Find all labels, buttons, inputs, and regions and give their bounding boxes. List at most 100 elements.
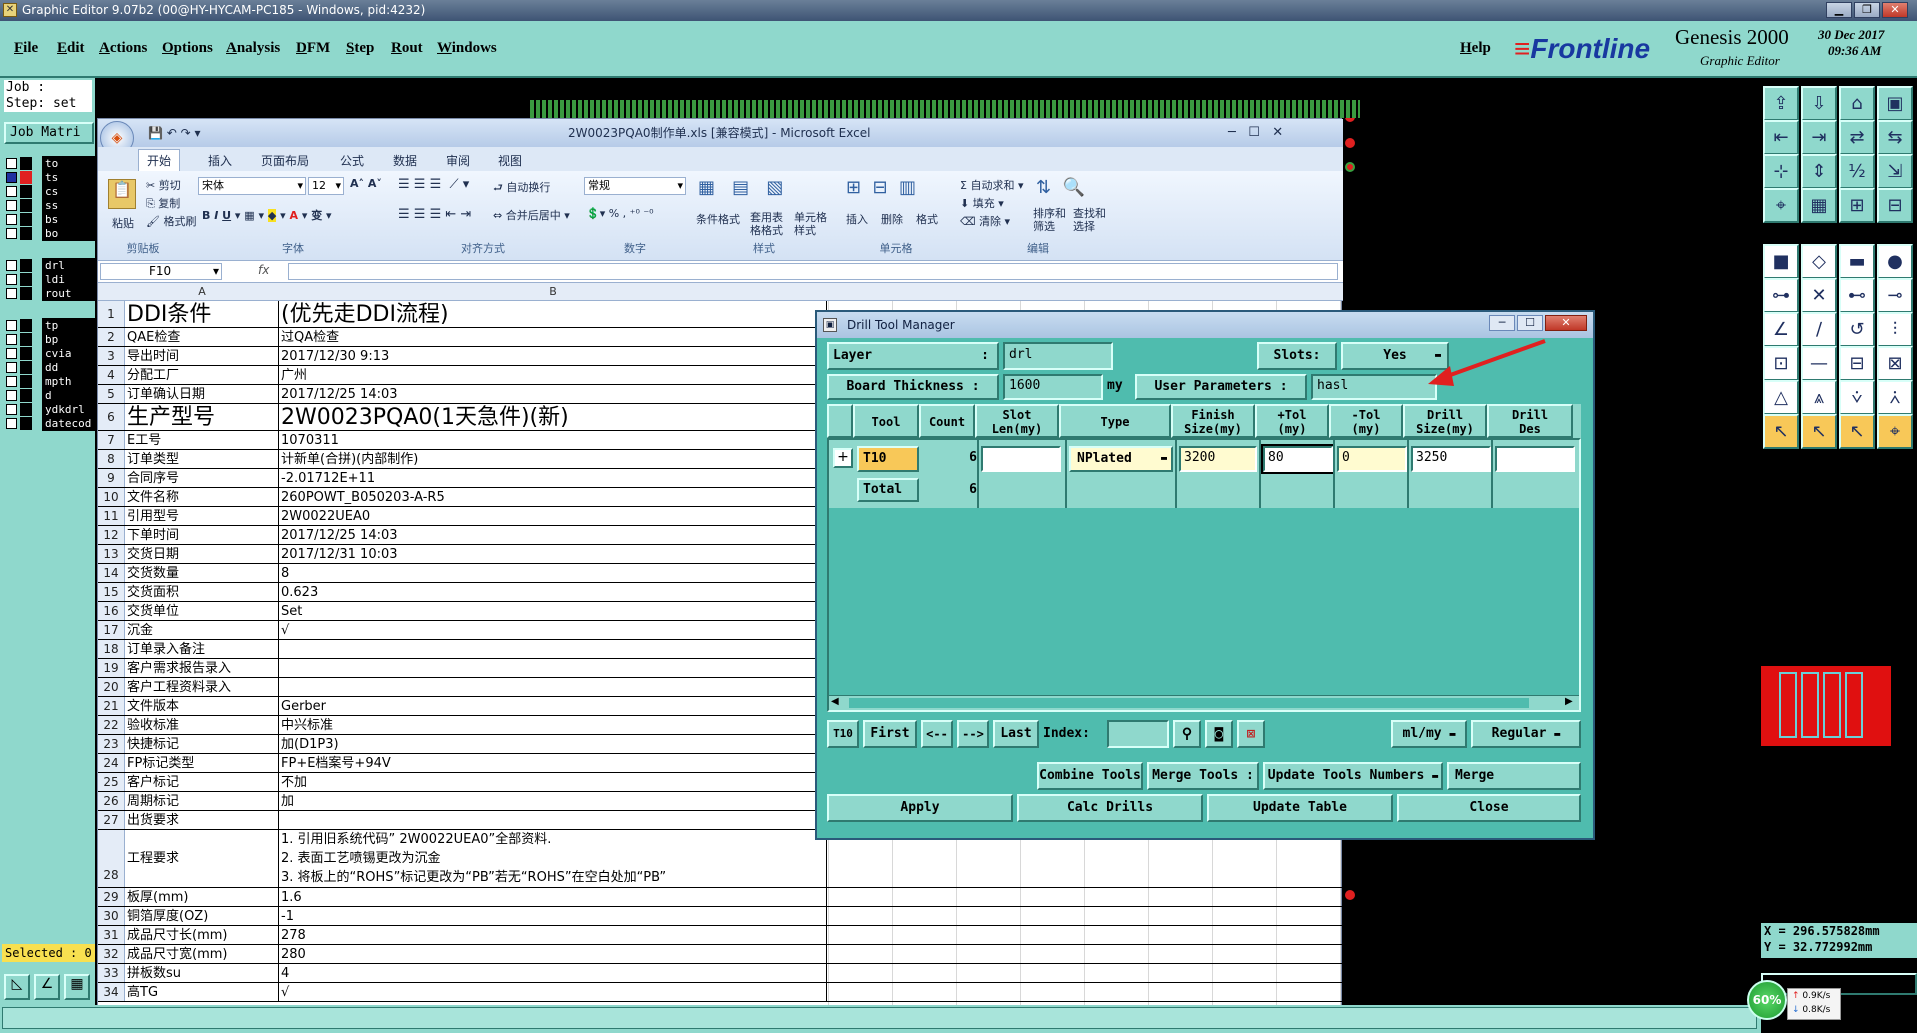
cell-b[interactable]: 2017/12/25 14:03 [279, 385, 827, 403]
cell-a[interactable]: 客户工程资料录入 [125, 678, 279, 696]
cell-b[interactable]: Set [279, 602, 827, 620]
cell-b[interactable] [279, 659, 827, 677]
cell-a[interactable]: 快捷标记 [125, 735, 279, 753]
cell-b[interactable] [279, 678, 827, 696]
zoom-box-icon[interactable]: ⇲ [1877, 154, 1913, 189]
layer-row-ts[interactable]: ts [6, 170, 96, 185]
layer-checkbox[interactable] [6, 186, 17, 197]
row-number[interactable]: 15 [98, 583, 125, 601]
row-number[interactable]: 16 [98, 602, 125, 620]
cell-b[interactable]: 2017/12/31 10:03 [279, 545, 827, 563]
layer-row-tp[interactable]: tp [6, 318, 96, 333]
row-number[interactable]: 13 [98, 545, 125, 563]
layer-color-swatch[interactable] [20, 287, 32, 300]
cell-a[interactable]: 交货日期 [125, 545, 279, 563]
cell-a[interactable]: 成品尺寸宽(mm) [125, 945, 279, 963]
row-number[interactable]: 21 [98, 697, 125, 715]
maximize-button[interactable]: ❐ [1854, 2, 1880, 18]
cell-b[interactable]: 2W0023PQA0(1天急件)(新) [279, 404, 827, 430]
menu-options[interactable]: Options [162, 40, 213, 57]
row-number[interactable]: 11 [98, 507, 125, 525]
layer-row-cvia[interactable]: cvia [6, 346, 96, 361]
layer-checkbox[interactable] [6, 214, 17, 225]
paste-icon[interactable]: 📋 [108, 179, 136, 209]
cell-a[interactable]: 引用型号 [125, 507, 279, 525]
split-icon[interactable]: ⊸ [1877, 278, 1913, 313]
layer-checkbox[interactable] [6, 172, 17, 183]
close-button[interactable]: ✕ [1882, 2, 1908, 18]
user-parameters-field[interactable]: hasl [1311, 374, 1437, 400]
pointer-alt-icon[interactable]: ↖ [1801, 414, 1837, 449]
font-name-select[interactable]: 宋体 ▾ [198, 177, 306, 195]
layer-checkbox[interactable] [6, 418, 17, 429]
triangle-fill-icon[interactable]: ⩓ [1801, 380, 1837, 415]
layer-color-swatch[interactable] [20, 347, 32, 360]
cell-a[interactable]: QAE检查 [125, 328, 279, 346]
swap-icon[interactable]: ⇄ [1839, 120, 1875, 155]
cell-a[interactable]: E工号 [125, 431, 279, 449]
copy-button[interactable]: ⎘ 复制 [146, 195, 180, 211]
tool-t10-cell[interactable]: T10 [857, 446, 919, 472]
cell-b[interactable]: 加 [279, 792, 827, 810]
cell-b[interactable]: 不加 [279, 773, 827, 791]
layer-color-swatch[interactable] [20, 319, 32, 332]
layer-row-mpth[interactable]: mpth [6, 374, 96, 389]
triangle-icon[interactable]: △ [1763, 380, 1799, 415]
number-format-select[interactable]: 常规 ▾ [584, 177, 686, 195]
tab-formulas[interactable]: 公式 [340, 152, 364, 169]
menu-windows[interactable]: Windows [437, 40, 497, 57]
layer-checkbox[interactable] [6, 404, 17, 415]
layer-off-icon[interactable]: ⊟ [1877, 188, 1913, 223]
layer-color-swatch[interactable] [20, 273, 32, 286]
zoom-vertical-icon[interactable]: ⇕ [1801, 154, 1837, 189]
net-speed-gauge[interactable]: 60% [1747, 980, 1787, 1020]
cell-a[interactable]: 交货单位 [125, 602, 279, 620]
menu-help[interactable]: Help [1460, 40, 1491, 57]
open-step-icon[interactable]: ⇪ [1763, 86, 1799, 121]
tab-page-layout[interactable]: 页面布局 [261, 152, 309, 169]
tab-view[interactable]: 视图 [498, 152, 522, 169]
snap-icon[interactable]: ⌖ [1763, 188, 1799, 223]
cell-a[interactable]: 工程要求 [125, 830, 279, 887]
cell-a[interactable]: 验收标准 [125, 716, 279, 734]
align-icon[interactable]: ⫶ [1877, 312, 1913, 347]
scroll-left-icon[interactable]: ◀ [831, 696, 839, 707]
row-number[interactable]: 3 [98, 347, 125, 365]
cell-b[interactable]: 1. 引用旧系统代码” 2W0022UEA0”全部资料. 2. 表面工艺喷锡更改… [279, 830, 827, 887]
mode-select[interactable]: Regular ▬ [1471, 720, 1581, 748]
cell-a[interactable]: 分配工厂 [125, 366, 279, 384]
cell-a[interactable]: 订单确认日期 [125, 385, 279, 403]
update-tools-numbers-select[interactable]: Update Tools Numbers ▬ [1263, 762, 1443, 790]
pointer-edit-icon[interactable]: ↖ [1839, 414, 1875, 449]
dialog-close-button[interactable]: ✕ [1545, 315, 1587, 331]
layer-row-drl[interactable]: drl [6, 258, 96, 273]
finish-size-input[interactable]: 3200 [1179, 446, 1257, 472]
cell-b[interactable]: 中兴标准 [279, 716, 827, 734]
cell-b[interactable]: 2017/12/25 14:03 [279, 526, 827, 544]
layer-color-swatch[interactable] [20, 259, 32, 272]
layer-checkbox[interactable] [6, 158, 17, 169]
layer-checkbox[interactable] [6, 288, 17, 299]
triangle-outline-icon[interactable]: ⩑ [1877, 380, 1913, 415]
connect-icon[interactable]: ⊶ [1763, 278, 1799, 313]
layer-row-to[interactable]: to [6, 156, 96, 171]
layer-color-swatch[interactable] [20, 333, 32, 346]
board-thickness-field[interactable]: 1600 [1003, 374, 1103, 400]
line-icon[interactable]: ▬ [1839, 244, 1875, 279]
function-icon[interactable]: fx [258, 263, 269, 277]
cell-b[interactable]: √ [279, 983, 827, 1001]
join-icon[interactable]: ⊷ [1839, 278, 1875, 313]
zoom-half-icon[interactable]: ½ [1839, 154, 1875, 189]
cell-b[interactable]: 加(D1P3) [279, 735, 827, 753]
layer-color-swatch[interactable] [20, 389, 32, 402]
cell-b[interactable]: 2W0022UEA0 [279, 507, 827, 525]
cell-b[interactable] [279, 811, 827, 829]
combine-tools-button[interactable]: Combine Tools [1037, 762, 1143, 790]
menu-step[interactable]: Step [346, 40, 374, 57]
drill-des-input[interactable] [1495, 446, 1575, 472]
scroll-right-icon[interactable]: ▶ [1565, 696, 1573, 707]
last-button[interactable]: Last [993, 720, 1039, 748]
quick-access-icons[interactable]: 💾 ↶ ↷ ▾ [148, 119, 201, 147]
cell-styles-button[interactable]: 单元格样式 [794, 211, 834, 237]
row-number[interactable]: 23 [98, 735, 125, 753]
